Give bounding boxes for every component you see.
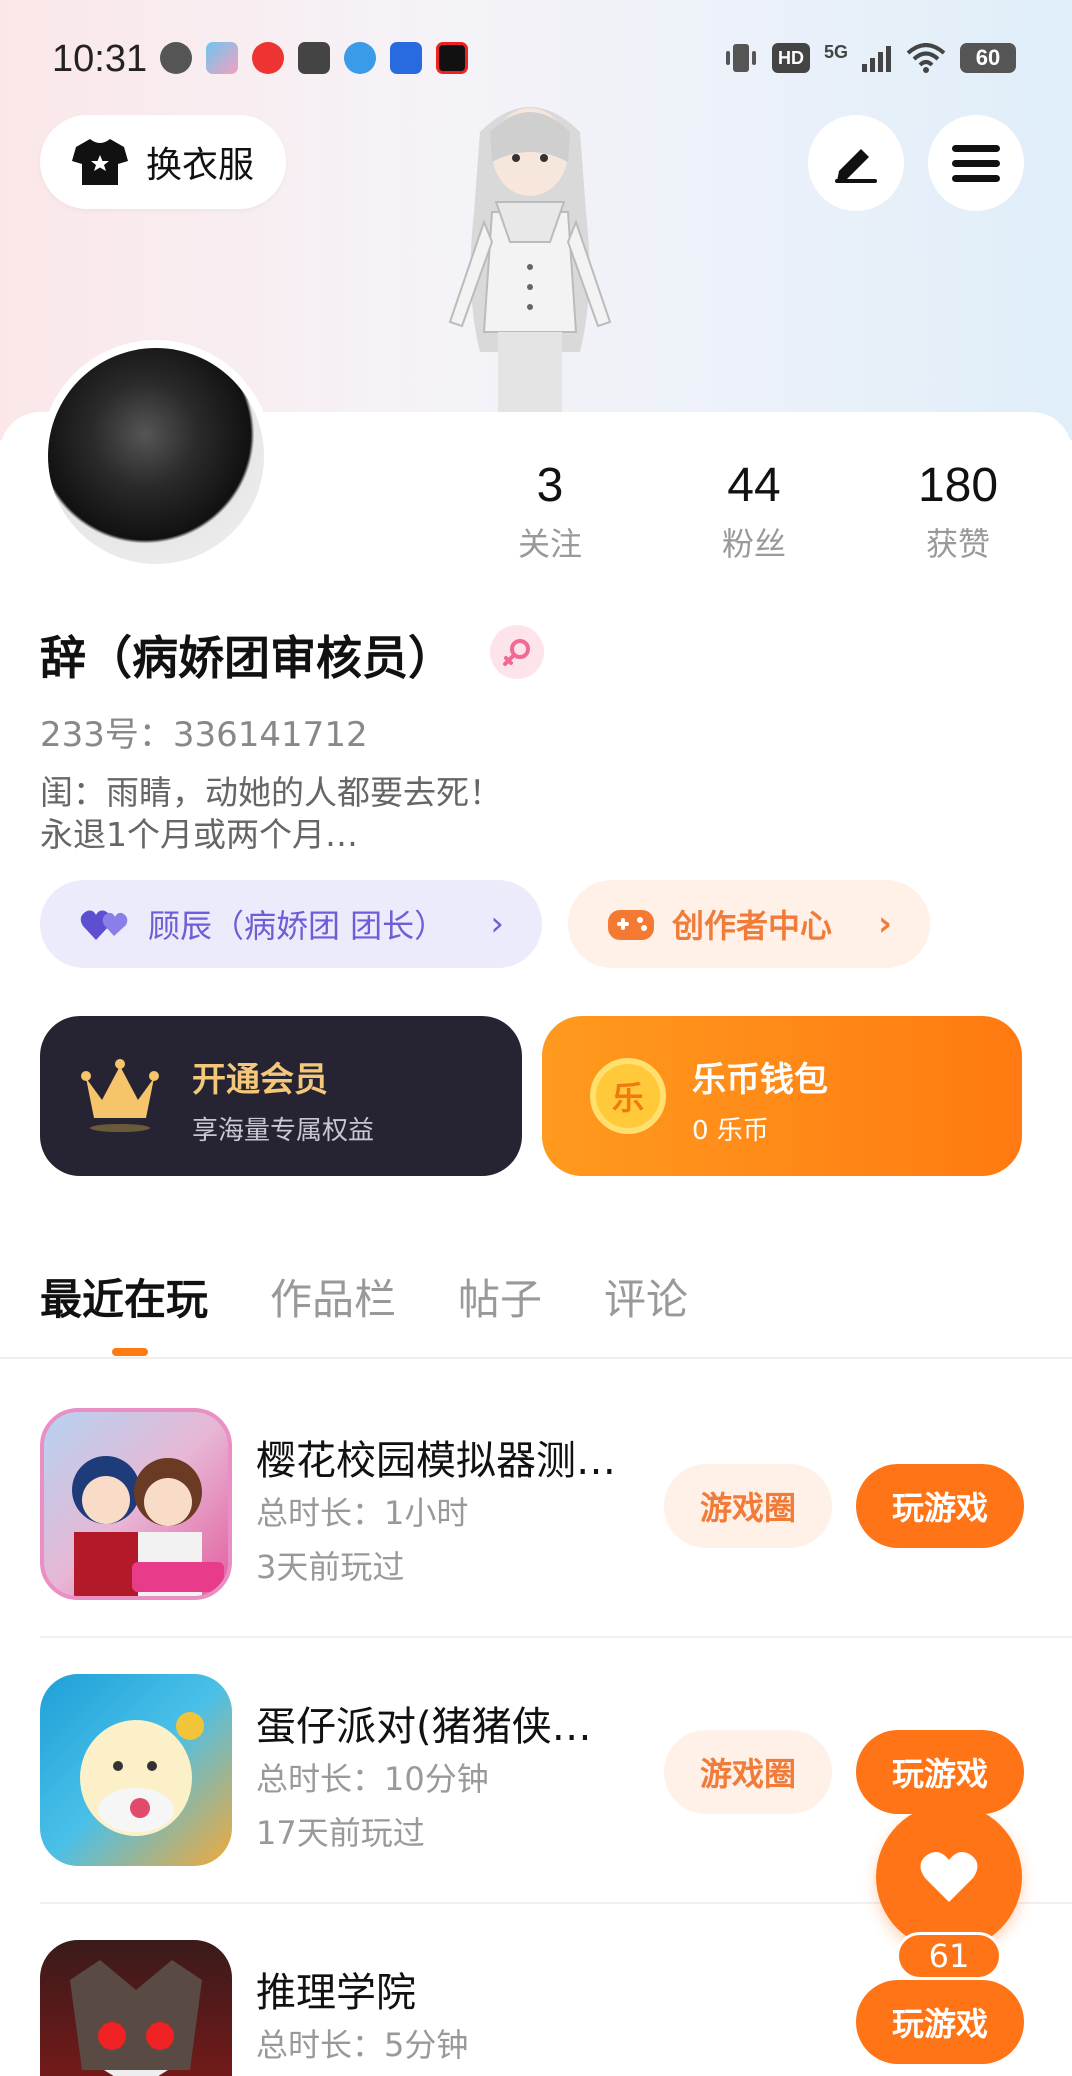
menu-button[interactable]: [928, 115, 1024, 211]
profile-username: 辞（病娇团审核员）: [40, 631, 454, 685]
system-status-icons: HD 5G 60: [724, 42, 1016, 74]
game-duration: 总时长：10分钟: [256, 1760, 489, 1798]
change-outfit-label: 换衣服: [146, 145, 255, 186]
active-tab-indicator: [112, 1348, 148, 1356]
game-meta: 总时长：10分钟 17天前玩过: [256, 1752, 489, 1860]
notification-icons: [160, 42, 468, 74]
avatar-image: [48, 348, 264, 564]
hearts-icon: [80, 910, 128, 940]
game-list-item[interactable]: 推理学院 总时长：5分钟 玩游戏: [40, 1940, 1040, 2076]
wallet-title: 乐币钱包: [692, 1060, 828, 1100]
vip-subtitle: 享海量专属权益: [192, 1116, 375, 1146]
vip-title: 开通会员: [192, 1060, 328, 1100]
play-game-button[interactable]: 玩游戏: [856, 1464, 1024, 1548]
group-leader-label: 顾辰（病娇团 团长）: [148, 907, 447, 945]
game-name: 蛋仔派对(猪猪侠…: [256, 1704, 592, 1750]
vibrate-icon: [725, 44, 756, 72]
stat-followers[interactable]: 44 粉丝: [684, 458, 824, 565]
like-count-badge: 61: [896, 1932, 1002, 1980]
chevron-right-icon: ›: [490, 904, 504, 944]
group-leader-pill[interactable]: 顾辰（病娇团 团长） ›: [40, 880, 542, 968]
eggy-party-game-icon: [40, 1674, 232, 1866]
tiktok-icon: [298, 42, 330, 74]
red-app-icon: [252, 42, 284, 74]
row-divider: [40, 1636, 1072, 1638]
like-fab-button[interactable]: [876, 1804, 1022, 1950]
play-game-button[interactable]: 玩游戏: [856, 1730, 1024, 1814]
following-count: 3: [536, 459, 564, 512]
likes-count: 180: [917, 459, 999, 512]
tab-works[interactable]: 作品栏: [270, 1266, 396, 1327]
hamburger-icon: [952, 145, 1000, 182]
crown-icon: [81, 1059, 159, 1132]
profile-bio: 闺：雨睛，动她的人都要去死！ 永退1个月或两个月…: [40, 773, 502, 854]
tshirt-icon: [72, 139, 128, 185]
followers-label: 粉丝: [721, 525, 786, 563]
stat-following[interactable]: 3 关注: [480, 458, 620, 565]
battery-indicator: 60: [960, 43, 1016, 73]
avatar[interactable]: [40, 340, 272, 572]
gamepad-icon: [608, 910, 654, 940]
wallet-card[interactable]: 乐 乐币钱包 0 乐币: [542, 1016, 1022, 1176]
game-list-item[interactable]: 樱花校园模拟器测… 总时长：1小时 3天前玩过 游戏圈 玩游戏: [40, 1408, 1040, 1608]
game-name: 推理学院: [256, 1970, 416, 2016]
game-last-played: 17天前玩过: [256, 1814, 425, 1852]
chevron-right-icon: ›: [877, 904, 892, 944]
game-last-played: 3天前玩过: [256, 1548, 405, 1586]
game-meta: 总时长：5分钟: [256, 2018, 468, 2072]
tab-recently-played[interactable]: 最近在玩: [40, 1266, 208, 1327]
likes-label: 获赞: [925, 525, 990, 563]
game-notification-icon: [206, 42, 238, 74]
game-circle-button[interactable]: 游戏圈: [664, 1730, 832, 1814]
profile-tabs: 最近在玩 作品栏 帖子 评论: [40, 1266, 750, 1327]
hd-badge: HD: [771, 43, 810, 73]
vip-membership-card[interactable]: 开通会员 享海量专属权益: [40, 1016, 522, 1176]
baidu-icon: [390, 42, 422, 74]
video-app-icon: [436, 42, 468, 74]
edit-profile-button[interactable]: [808, 115, 904, 211]
creator-center-pill[interactable]: 创作者中心 ›: [568, 880, 930, 968]
following-label: 关注: [517, 525, 582, 563]
change-outfit-button[interactable]: 换衣服: [40, 115, 286, 209]
app-notification-icon: [160, 42, 192, 74]
play-game-button[interactable]: 玩游戏: [856, 1980, 1024, 2064]
user-id: 233号：336141712: [40, 715, 368, 755]
browser-icon: [344, 42, 376, 74]
tab-comments[interactable]: 评论: [604, 1266, 688, 1327]
coin-icon: 乐: [590, 1058, 666, 1134]
signal-icon: [862, 46, 891, 72]
wallet-balance: 0 乐币: [692, 1116, 769, 1146]
game-duration: 总时长：1小时: [256, 1494, 469, 1532]
3d-avatar-character[interactable]: [410, 92, 650, 422]
sakura-school-game-icon: [40, 1408, 232, 1600]
game-name: 樱花校园模拟器测…: [256, 1438, 616, 1484]
game-circle-button[interactable]: 游戏圈: [664, 1464, 832, 1548]
female-icon: [503, 639, 530, 666]
game-meta: 总时长：1小时 3天前玩过: [256, 1486, 468, 1594]
tab-posts[interactable]: 帖子: [458, 1266, 542, 1327]
status-time: 10:31: [52, 38, 148, 80]
network-label: 5G: [823, 42, 848, 62]
gender-badge: [490, 625, 544, 679]
stat-likes[interactable]: 180 获赞: [888, 458, 1028, 565]
detective-academy-game-icon: [40, 1940, 232, 2076]
heart-icon: [920, 1851, 978, 1902]
tabs-divider: [0, 1357, 1072, 1359]
pen-icon: [835, 149, 877, 183]
wifi-icon: [906, 43, 946, 73]
game-duration: 总时长：5分钟: [256, 2026, 469, 2064]
creator-center-label: 创作者中心: [672, 907, 833, 945]
followers-count: 44: [727, 459, 781, 512]
